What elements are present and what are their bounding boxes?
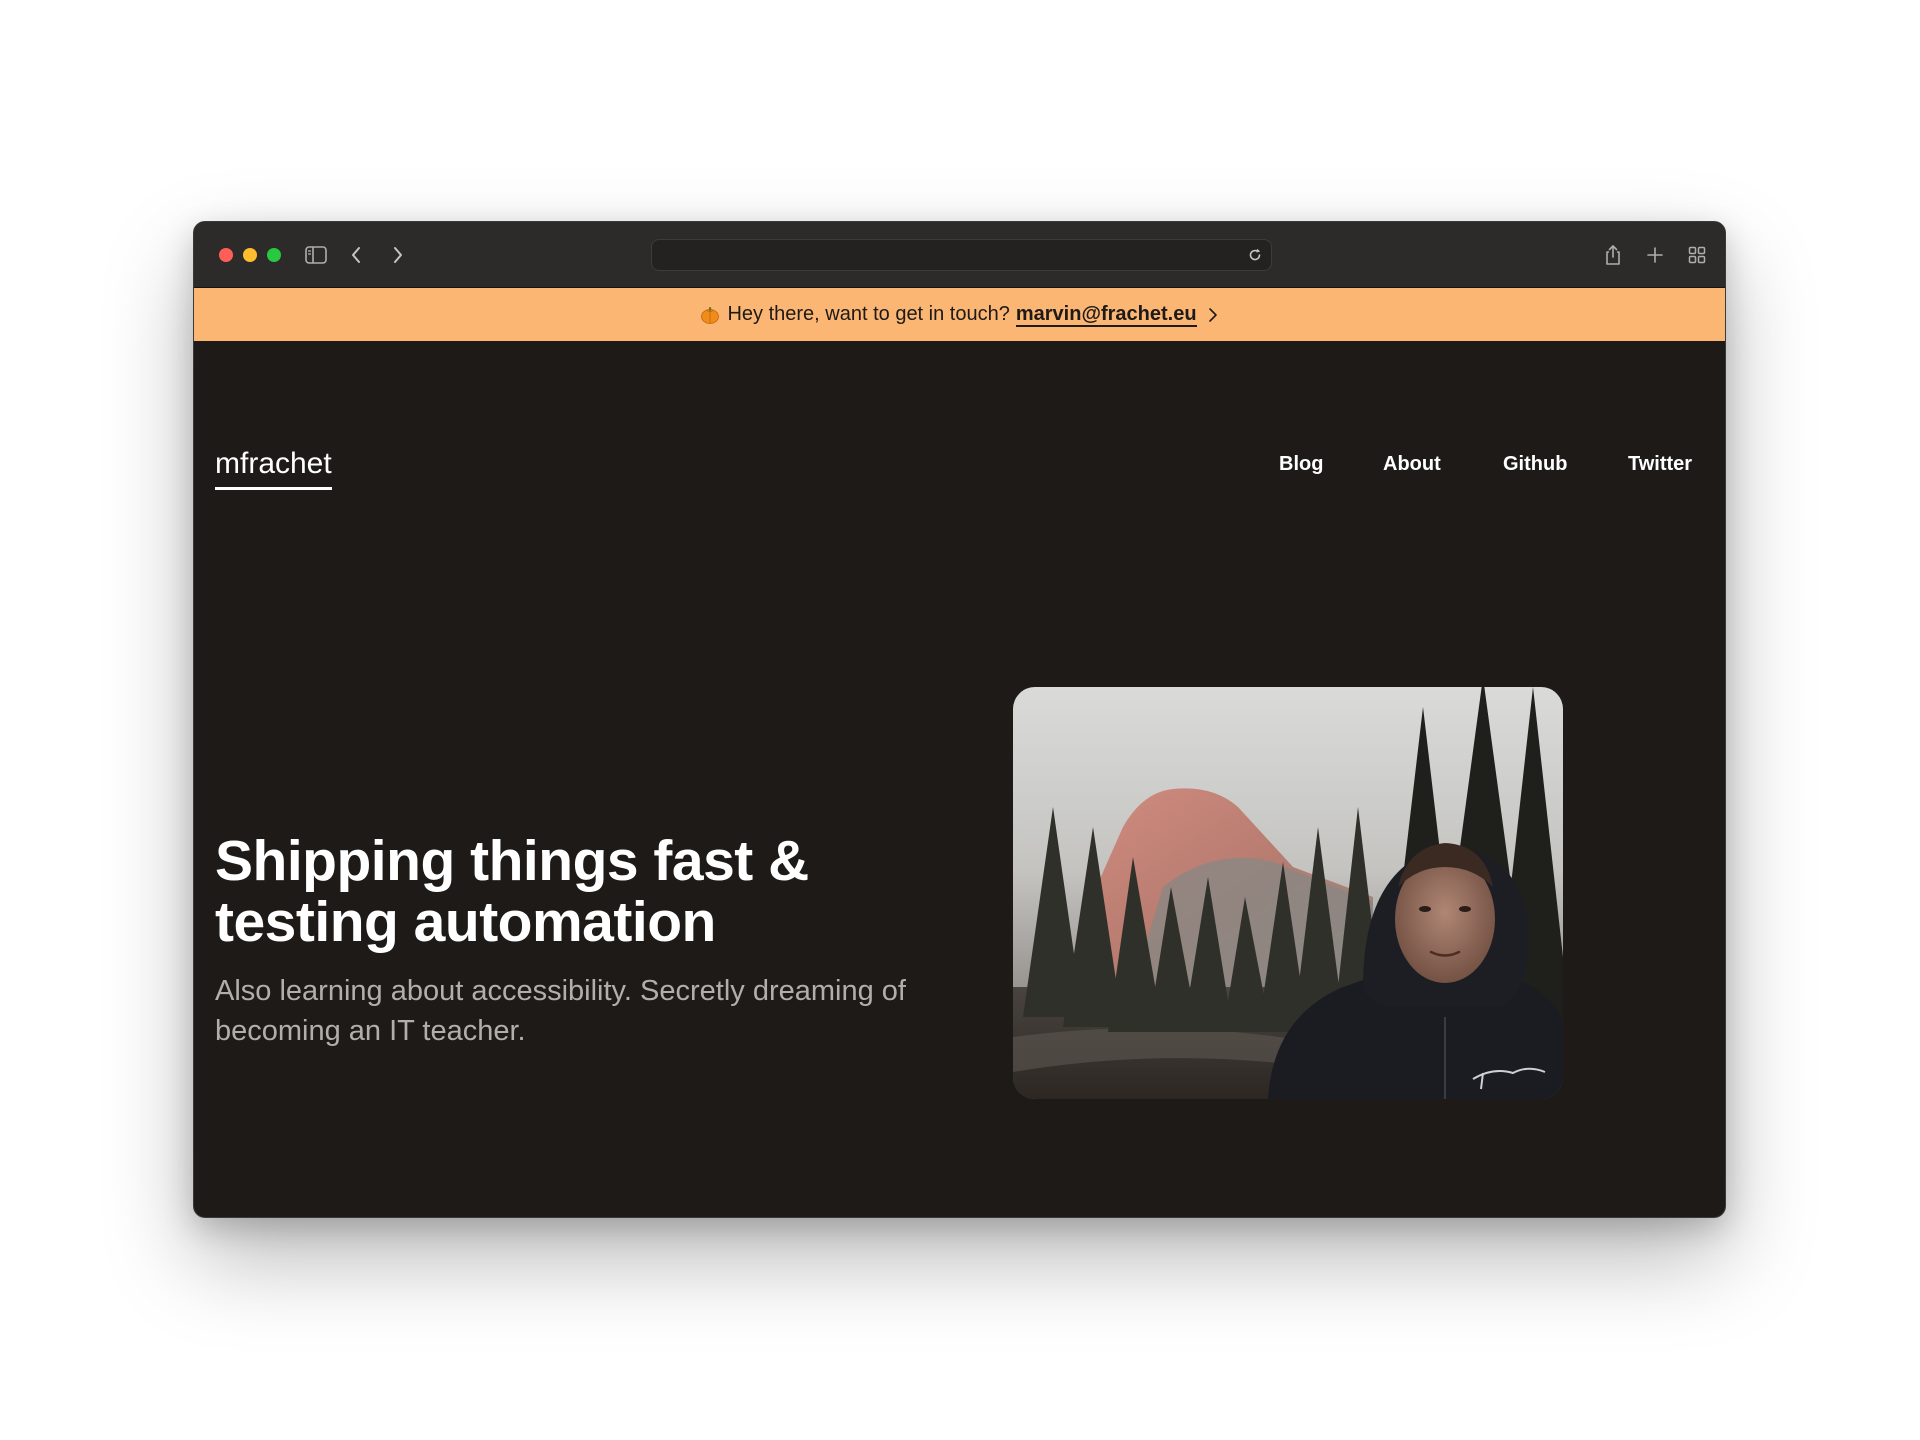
portrait-image [1013,687,1563,1099]
hero-photo [1013,687,1563,1099]
zoom-window-button[interactable] [267,248,281,262]
tab-overview-icon[interactable] [1684,242,1710,268]
banner-text: Hey there, want to get in touch? [727,303,1010,325]
address-bar[interactable] [651,239,1272,271]
chevron-right-icon[interactable] [385,242,411,268]
share-icon[interactable] [1600,242,1626,268]
contact-banner: Hey there, want to get in touch? marvin@… [194,288,1725,341]
nav-link-blog[interactable]: Blog [1279,452,1323,476]
sidebar-icon[interactable] [303,242,329,268]
minimize-window-button[interactable] [243,248,257,262]
hero-subtitle: Also learning about accessibility. Secre… [215,975,906,1047]
nav-link-about[interactable]: About [1383,452,1441,476]
site-logo[interactable]: mfrachet [215,447,332,490]
nav-link-twitter[interactable]: Twitter [1628,452,1692,476]
reload-icon[interactable] [1247,247,1263,263]
pumpkin-icon [701,306,720,324]
browser-toolbar [194,222,1725,288]
chevron-left-icon[interactable] [343,242,369,268]
chevron-right-icon[interactable] [1207,305,1219,325]
browser-window: Hey there, want to get in touch? marvin@… [193,221,1726,1218]
hero-title: Shipping things fast & testing automatio… [215,829,809,954]
email-link[interactable]: marvin@frachet.eu [1015,303,1197,327]
close-window-button[interactable] [219,248,233,262]
plus-icon[interactable] [1642,242,1668,268]
nav-link-github[interactable]: Github [1503,452,1567,476]
